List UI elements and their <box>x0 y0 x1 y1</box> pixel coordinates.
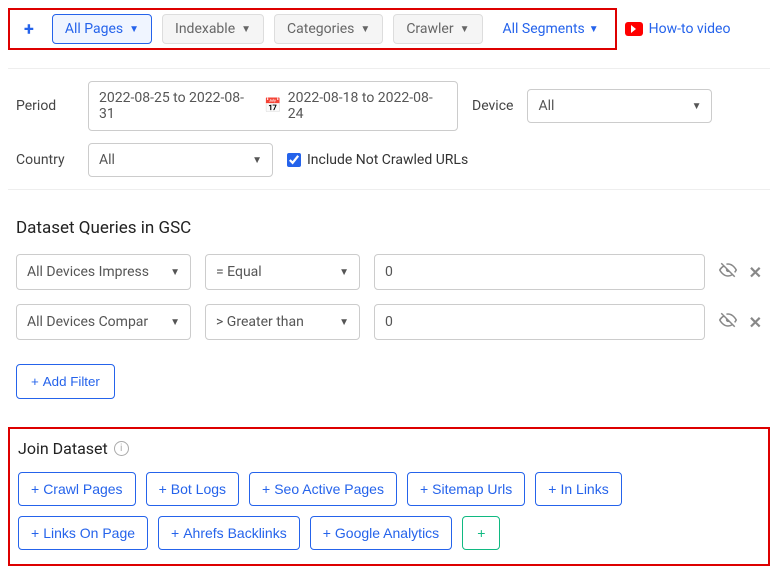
device-label: Device <box>472 98 513 114</box>
add-tab-button[interactable]: + <box>16 15 42 44</box>
chevron-down-icon: ▼ <box>252 155 262 166</box>
tab-label: Crawler <box>406 21 453 37</box>
query-metric-value: All Devices Impress <box>27 264 149 280</box>
add-filter-button[interactable]: + Add Filter <box>16 364 115 399</box>
include-not-crawled-input[interactable] <box>287 153 301 167</box>
join-button-label: Links On Page <box>43 525 135 541</box>
howto-label: How-to video <box>649 21 731 37</box>
query-value: 0 <box>385 264 393 280</box>
chevron-down-icon: ▼ <box>170 267 180 278</box>
plus-icon: + <box>31 525 39 541</box>
join-google-analytics-button[interactable]: +Google Analytics <box>310 516 452 550</box>
join-button-label: Sitemap Urls <box>432 481 512 497</box>
chevron-down-icon: ▼ <box>129 24 139 35</box>
query-metric-value: All Devices Compar <box>27 314 148 330</box>
chevron-down-icon: ▼ <box>460 24 470 35</box>
top-tabs-highlight-box: + All Pages ▼ Indexable ▼ Categories ▼ C… <box>8 8 617 50</box>
plus-icon: + <box>31 374 39 389</box>
period-range-1: 2022-08-25 to 2022-08-31 <box>99 90 258 122</box>
tab-all-pages[interactable]: All Pages ▼ <box>52 14 152 44</box>
chevron-down-icon: ▼ <box>692 101 702 112</box>
plus-icon: + <box>159 481 167 497</box>
plus-icon: + <box>171 525 179 541</box>
include-not-crawled-label: Include Not Crawled URLs <box>307 152 468 168</box>
segments-label: All Segments <box>503 21 585 37</box>
plus-icon: + <box>31 481 39 497</box>
join-bot-logs-button[interactable]: +Bot Logs <box>146 472 239 506</box>
info-icon[interactable]: i <box>114 441 129 456</box>
join-dataset-highlight-box: Join Dataset i +Crawl Pages +Bot Logs +S… <box>8 427 770 566</box>
period-range-2: 2022-08-18 to 2022-08-24 <box>288 90 447 122</box>
join-button-label: In Links <box>560 481 608 497</box>
join-button-label: Crawl Pages <box>43 481 122 497</box>
query-row: All Devices Impress ▼ = Equal ▼ 0 ✕ <box>16 254 762 290</box>
youtube-icon <box>625 22 643 36</box>
join-add-custom-button[interactable]: + <box>462 516 500 550</box>
plus-icon: + <box>420 481 428 497</box>
hide-icon[interactable] <box>719 261 737 283</box>
tab-categories[interactable]: Categories ▼ <box>274 14 383 44</box>
segments-dropdown[interactable]: All Segments ▼ <box>493 15 609 43</box>
query-metric-select[interactable]: All Devices Impress ▼ <box>16 254 191 290</box>
query-operator-select[interactable]: = Equal ▼ <box>205 254 360 290</box>
chevron-down-icon: ▼ <box>339 267 349 278</box>
plus-icon: + <box>262 481 270 497</box>
query-operator-value: = Equal <box>216 264 262 280</box>
join-crawl-pages-button[interactable]: +Crawl Pages <box>18 472 136 506</box>
tab-label: Indexable <box>175 21 235 37</box>
chevron-down-icon: ▼ <box>170 317 180 328</box>
period-range-input[interactable]: 2022-08-25 to 2022-08-31 📅 2022-08-18 to… <box>88 81 458 131</box>
query-value: 0 <box>385 314 393 330</box>
chevron-down-icon: ▼ <box>339 317 349 328</box>
remove-icon[interactable]: ✕ <box>749 263 762 282</box>
country-select[interactable]: All ▼ <box>88 143 273 177</box>
query-operator-select[interactable]: > Greater than ▼ <box>205 304 360 340</box>
tab-indexable[interactable]: Indexable ▼ <box>162 14 264 44</box>
tab-label: All Pages <box>65 21 123 37</box>
join-in-links-button[interactable]: +In Links <box>535 472 621 506</box>
plus-icon: + <box>323 525 331 541</box>
add-filter-label: Add Filter <box>43 374 100 389</box>
include-not-crawled-checkbox[interactable]: Include Not Crawled URLs <box>287 152 468 168</box>
query-metric-select[interactable]: All Devices Compar ▼ <box>16 304 191 340</box>
plus-icon: + <box>548 481 556 497</box>
chevron-down-icon: ▼ <box>589 24 599 35</box>
query-value-input[interactable]: 0 <box>374 304 705 340</box>
query-value-input[interactable]: 0 <box>374 254 705 290</box>
chevron-down-icon: ▼ <box>360 24 370 35</box>
join-ahrefs-backlinks-button[interactable]: +Ahrefs Backlinks <box>158 516 300 550</box>
join-dataset-title: Join Dataset <box>18 439 108 458</box>
join-links-on-page-button[interactable]: +Links On Page <box>18 516 148 550</box>
remove-icon[interactable]: ✕ <box>749 313 762 332</box>
chevron-down-icon: ▼ <box>241 24 251 35</box>
country-label: Country <box>16 152 74 168</box>
device-select[interactable]: All ▼ <box>527 89 712 123</box>
country-value: All <box>99 152 115 168</box>
period-label: Period <box>16 98 74 114</box>
join-button-label: Ahrefs Backlinks <box>183 525 286 541</box>
query-row: All Devices Compar ▼ > Greater than ▼ 0 … <box>16 304 762 340</box>
device-value: All <box>538 98 554 114</box>
join-button-label: Seo Active Pages <box>274 481 384 497</box>
dataset-queries-title: Dataset Queries in GSC <box>16 218 770 238</box>
join-seo-active-pages-button[interactable]: +Seo Active Pages <box>249 472 397 506</box>
howto-video-link[interactable]: How-to video <box>625 21 731 37</box>
hide-icon[interactable] <box>719 311 737 333</box>
query-operator-value: > Greater than <box>216 314 304 330</box>
tab-crawler[interactable]: Crawler ▼ <box>393 14 482 44</box>
tab-label: Categories <box>287 21 354 37</box>
join-button-label: Google Analytics <box>335 525 439 541</box>
join-sitemap-urls-button[interactable]: +Sitemap Urls <box>407 472 525 506</box>
filters-panel: Period 2022-08-25 to 2022-08-31 📅 2022-0… <box>8 68 770 190</box>
calendar-icon: 📅 <box>264 98 281 114</box>
join-button-label: Bot Logs <box>171 481 226 497</box>
